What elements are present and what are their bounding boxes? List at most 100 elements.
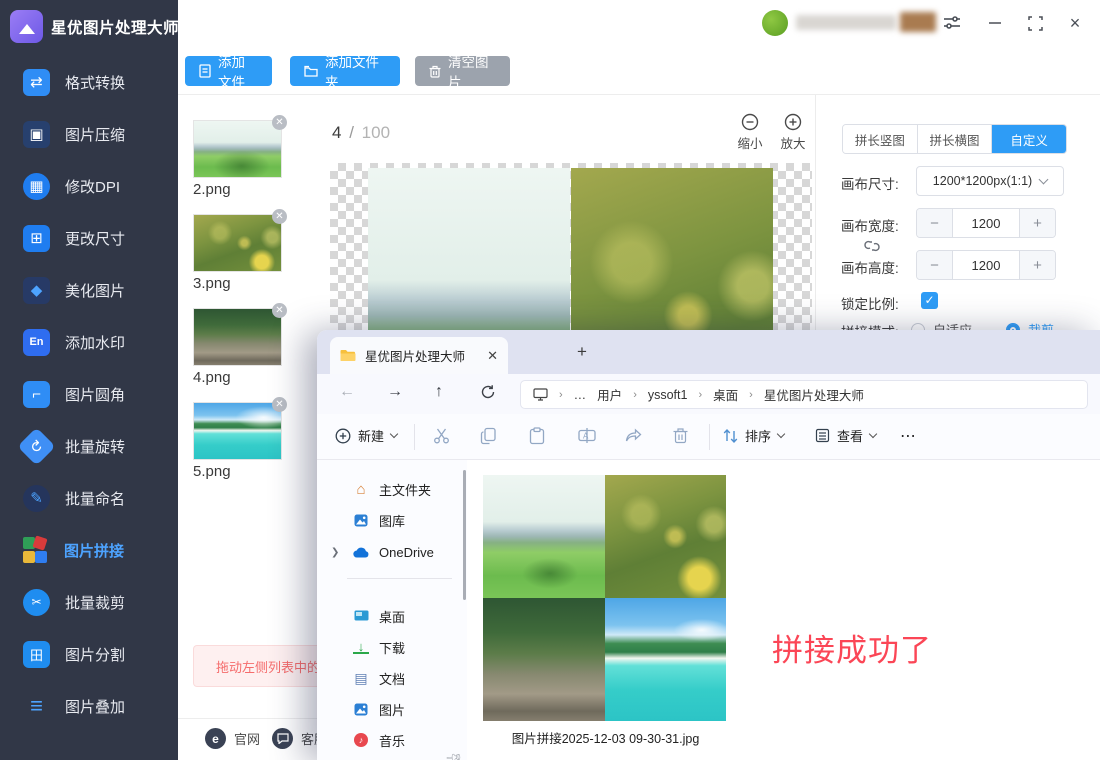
stitched-file-thumbnail[interactable] — [483, 475, 726, 721]
tab-long-horizontal[interactable]: 拼长横图 — [917, 125, 993, 153]
back-icon[interactable]: ← — [339, 383, 355, 401]
sidebar-item-image-split[interactable]: 田 图片分割 — [0, 628, 178, 680]
sidebar-item-label: 文档 — [379, 671, 406, 687]
sidebar-item-onedrive[interactable]: ❯ OneDrive — [317, 539, 467, 565]
sidebar-item-resize[interactable]: ⊞ 更改尺寸 — [0, 212, 178, 264]
remove-image-icon[interactable]: ✕ — [272, 115, 287, 130]
up-icon[interactable]: ↑ — [435, 383, 443, 401]
address-bar[interactable]: › … 用户 › yssoft1 › 桌面 › 星优图片处理大师 — [520, 380, 1088, 409]
refresh-icon[interactable] — [480, 384, 496, 400]
folder-outline-icon — [304, 65, 318, 77]
screen: × 添加文件 添加文件夹 清空图片 星优图片处理大师 ⇄ 格式转换 ▣ 图片压缩… — [0, 0, 1100, 760]
explorer-tab[interactable]: 星优图片处理大师 ✕ — [330, 337, 508, 374]
new-tab-button[interactable]: + — [577, 342, 587, 362]
explorer-titlebar[interactable]: 星优图片处理大师 ✕ + — [317, 330, 1100, 374]
width-decrease-button[interactable]: − — [917, 209, 953, 237]
breadcrumb-ellipsis[interactable]: … — [574, 388, 587, 402]
maximize-button[interactable] — [1024, 12, 1046, 34]
canvas-width-value[interactable]: 1200 — [953, 209, 1019, 237]
breadcrumb-users[interactable]: 用户 — [597, 385, 622, 404]
chat-bubble-icon — [272, 728, 293, 749]
sidebar-item-modify-dpi[interactable]: ▦ 修改DPI — [0, 160, 178, 212]
stitched-file-name[interactable]: 图片拼接2025-12-03 09-30-31.jpg — [463, 728, 748, 747]
canvas-height-label: 画布高度: — [841, 261, 899, 276]
canvas-size-label: 画布尺寸: — [841, 177, 899, 192]
tab-long-vertical[interactable]: 拼长竖图 — [843, 125, 918, 153]
rename-icon[interactable]: A — [578, 427, 596, 444]
expand-chevron-icon[interactable]: ❯ — [331, 547, 339, 558]
sidebar-item-pictures[interactable]: 图片 📌︎ — [317, 696, 467, 722]
grid-image-flowers — [604, 475, 726, 598]
sidebar-item-batch-rotate[interactable]: ↻ 批量旋转 — [0, 420, 178, 472]
clear-images-button[interactable]: 清空图片 — [415, 55, 510, 90]
forward-icon[interactable]: → — [387, 383, 403, 401]
thumbnail-2png[interactable]: ✕ — [193, 115, 287, 178]
thumbnail-3png[interactable]: ✕ — [193, 209, 287, 272]
add-file-button[interactable]: 添加文件 — [185, 55, 272, 90]
share-icon[interactable] — [625, 427, 643, 443]
more-options-button[interactable]: ⋯ — [900, 426, 917, 446]
tab-custom[interactable]: 自定义 — [992, 125, 1066, 153]
app-title: 星优图片处理大师 — [51, 19, 180, 37]
zoom-out-control[interactable]: 缩小 — [732, 113, 768, 152]
close-button[interactable]: × — [1064, 12, 1086, 34]
sort-arrows-icon — [723, 428, 738, 443]
sidebar-item-beautify[interactable]: ◆ 美化图片 — [0, 264, 178, 316]
sort-button[interactable]: 排序 — [723, 426, 786, 445]
file-name-label: 5.png — [193, 463, 231, 480]
clear-images-label: 清空图片 — [448, 55, 489, 90]
sidebar-item-music[interactable]: ♪ 音乐 📌︎ — [317, 727, 467, 753]
view-button[interactable]: 查看 — [815, 426, 878, 445]
image-counter: 4 / 100 — [332, 123, 390, 143]
height-decrease-button[interactable]: − — [917, 251, 953, 279]
remove-image-icon[interactable]: ✕ — [272, 303, 287, 318]
sidebar-item-label: 主文件夹 — [379, 482, 432, 498]
breadcrumb-current-folder[interactable]: 星优图片处理大师 — [764, 385, 864, 404]
official-site-link[interactable]: e 官网 — [205, 728, 260, 749]
sidebar-item-round-corner[interactable]: ⌐ 图片圆角 — [0, 368, 178, 420]
remove-image-icon[interactable]: ✕ — [272, 209, 287, 224]
sidebar-item-documents[interactable]: ▤ 文档 📌︎ — [317, 665, 467, 691]
breadcrumb-yssoft1[interactable]: yssoft1 — [648, 388, 688, 402]
user-avatar[interactable] — [762, 10, 788, 36]
sidebar-item-label: 图片叠加 — [65, 698, 126, 716]
tab-close-icon[interactable]: ✕ — [487, 348, 498, 364]
sidebar-scrollbar[interactable] — [463, 470, 466, 600]
canvas-size-select[interactable]: 1200*1200px(1:1) — [916, 166, 1064, 196]
paste-icon[interactable] — [529, 427, 545, 445]
breadcrumb-desktop[interactable]: 桌面 — [713, 385, 738, 404]
settings-sliders-icon[interactable] — [941, 12, 963, 34]
sidebar-item-home[interactable]: ⌂ 主文件夹 — [317, 476, 467, 502]
sidebar-item-batch-crop[interactable]: ✂ 批量裁剪 — [0, 576, 178, 628]
sidebar-item-image-overlay[interactable]: ≡ 图片叠加 — [0, 680, 178, 732]
link-dimensions-icon — [864, 238, 880, 254]
sidebar-item-desktop[interactable]: 桌面 📌︎ — [317, 603, 467, 760]
sidebar-item-gallery[interactable]: 图库 — [317, 507, 467, 533]
thumbnail-4png[interactable]: ✕ — [193, 303, 287, 366]
add-folder-button[interactable]: 添加文件夹 — [290, 55, 400, 90]
minimize-button[interactable] — [984, 12, 1006, 34]
add-file-label: 添加文件 — [218, 55, 245, 90]
sidebar-item-batch-rename[interactable]: ✎ 批量命名 — [0, 472, 178, 524]
thumbnail-5png[interactable]: ✕ — [193, 397, 287, 460]
cut-icon[interactable] — [433, 427, 451, 445]
sidebar-item-image-compress[interactable]: ▣ 图片压缩 — [0, 108, 178, 160]
batch-crop-icon: ✂ — [23, 588, 50, 616]
canvas-height-value[interactable]: 1200 — [953, 251, 1019, 279]
delete-icon[interactable] — [673, 427, 688, 444]
sidebar-item-watermark[interactable]: En 添加水印 — [0, 316, 178, 368]
width-increase-button[interactable]: + — [1019, 209, 1055, 237]
sidebar-item-downloads[interactable]: ↓ 下载 📌︎ — [317, 634, 467, 660]
remove-image-icon[interactable]: ✕ — [272, 397, 287, 412]
new-button[interactable]: 新建 — [335, 426, 399, 445]
view-layout-icon — [815, 428, 830, 443]
sidebar-item-format-convert[interactable]: ⇄ 格式转换 — [0, 56, 178, 108]
copy-icon[interactable] — [480, 427, 497, 445]
more-options-label: ⋯ — [900, 428, 917, 445]
stitch-mode-tabs: 拼长竖图 拼长横图 自定义 — [842, 124, 1067, 154]
chevron-down-icon — [389, 429, 399, 439]
lock-ratio-checkbox[interactable]: ✓ — [921, 292, 938, 309]
zoom-in-control[interactable]: 放大 — [775, 113, 811, 152]
height-increase-button[interactable]: + — [1019, 251, 1055, 279]
sidebar-item-image-stitch[interactable]: 图片拼接 — [0, 524, 178, 576]
